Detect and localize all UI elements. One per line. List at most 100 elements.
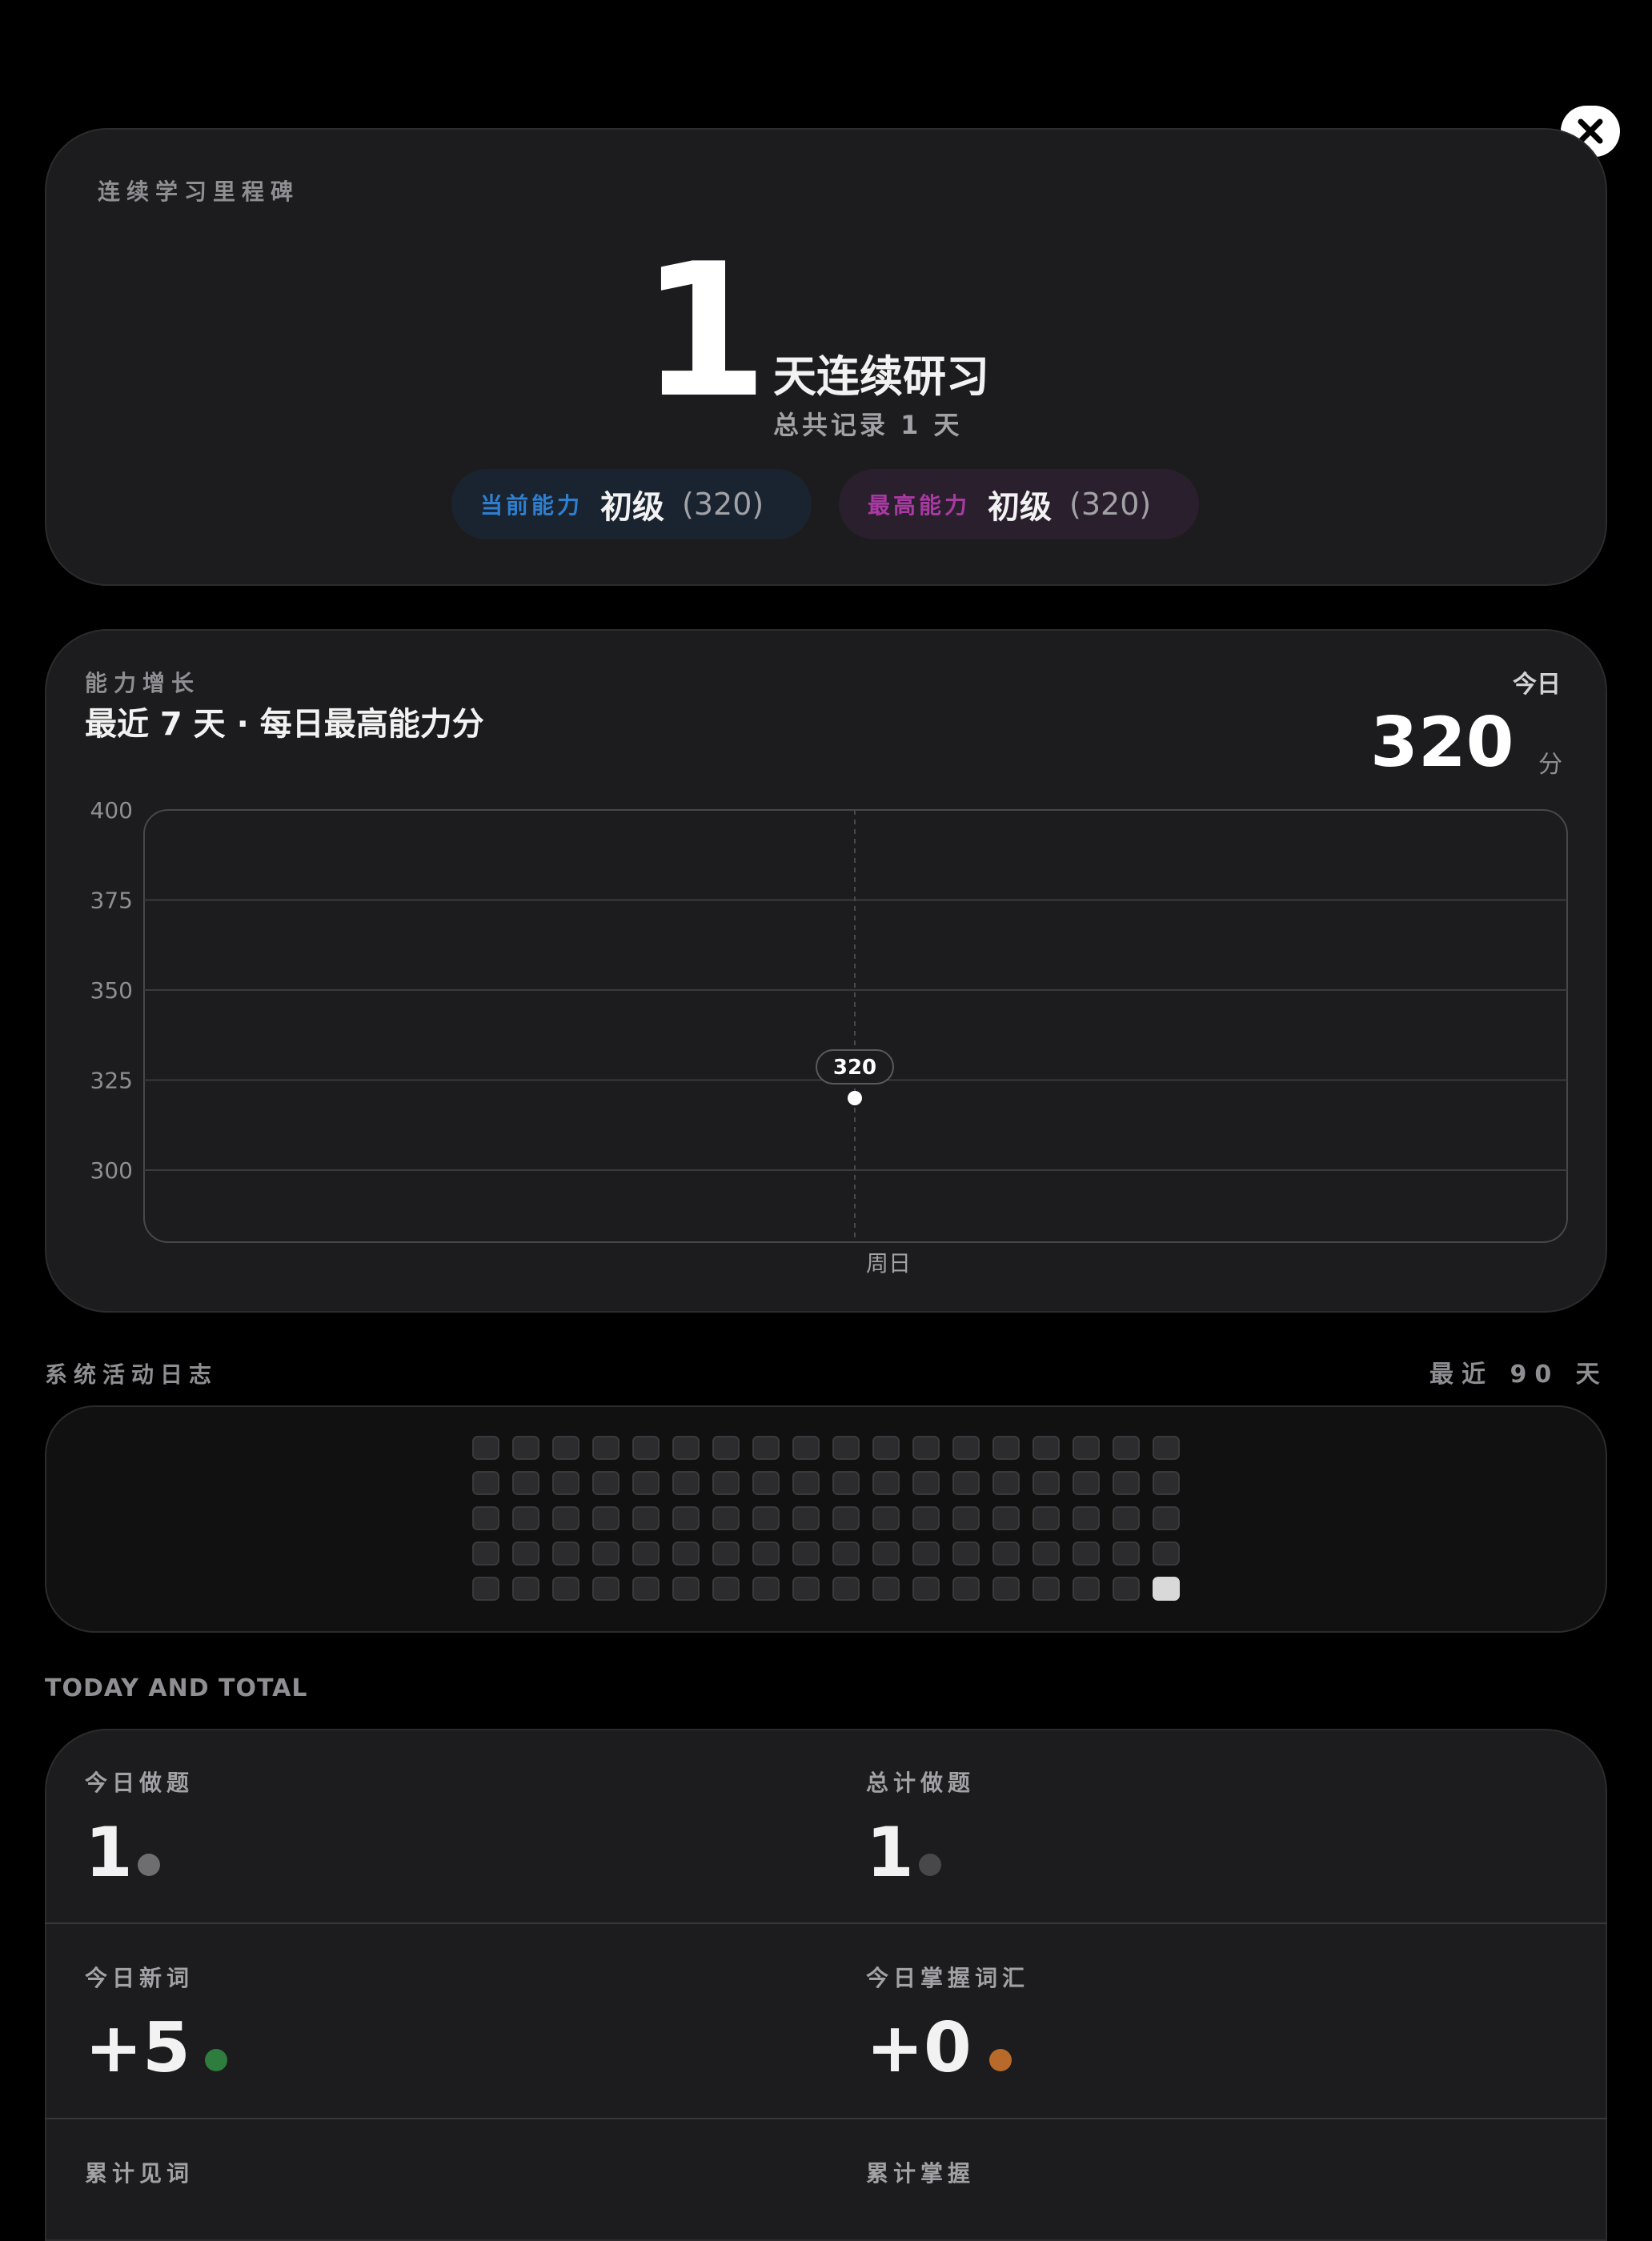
activity-cell xyxy=(712,1471,740,1495)
stat-label-today-mastered: 今日掌握词汇 xyxy=(866,1965,1030,1991)
activity-cell xyxy=(552,1471,579,1495)
activity-cell xyxy=(512,1541,539,1565)
activity-cell xyxy=(1113,1577,1140,1601)
stat-dot xyxy=(989,2049,1012,2071)
activity-cell xyxy=(672,1506,700,1530)
activity-cell xyxy=(952,1471,980,1495)
activity-cell xyxy=(1113,1436,1140,1460)
activity-cell xyxy=(832,1541,860,1565)
activity-cell xyxy=(872,1471,900,1495)
chart-data-point xyxy=(848,1091,862,1105)
activity-cell xyxy=(872,1577,900,1601)
today-total-heading: TODAY AND TOTAL xyxy=(45,1674,308,1702)
activity-cell xyxy=(792,1577,820,1601)
activity-cell xyxy=(592,1436,620,1460)
stats-card xyxy=(45,1729,1607,2241)
activity-cell xyxy=(632,1541,660,1565)
activity-cell xyxy=(992,1577,1020,1601)
activity-cell xyxy=(1113,1506,1140,1530)
activity-cell xyxy=(992,1541,1020,1565)
activity-cell xyxy=(512,1471,539,1495)
stat-dot xyxy=(138,1854,160,1876)
activity-cell xyxy=(712,1506,740,1530)
activity-cell xyxy=(952,1506,980,1530)
activity-cell xyxy=(752,1506,780,1530)
activity-cell xyxy=(472,1541,499,1565)
activity-cell xyxy=(1032,1541,1060,1565)
activity-cell xyxy=(632,1506,660,1530)
activity-cell xyxy=(752,1471,780,1495)
chart-y-tick-label: 300 xyxy=(90,1157,133,1184)
chart-y-tick-label: 350 xyxy=(90,977,133,1004)
stat-label-today-new-words: 今日新词 xyxy=(85,1965,194,1991)
stat-dot xyxy=(205,2049,227,2071)
activity-cell xyxy=(1153,1577,1180,1601)
activity-cell xyxy=(632,1471,660,1495)
activity-cell xyxy=(912,1577,940,1601)
activity-cell xyxy=(752,1541,780,1565)
activity-cell xyxy=(632,1577,660,1601)
stat-value-today-new-words: +5 xyxy=(85,2008,190,2088)
stat-value-today-mastered: +0 xyxy=(866,2008,972,2088)
activity-cell xyxy=(1032,1471,1060,1495)
activity-cell xyxy=(552,1436,579,1460)
activity-cell xyxy=(672,1471,700,1495)
chart-y-tick-label: 375 xyxy=(90,888,133,914)
activity-cell xyxy=(1113,1471,1140,1495)
activity-cell xyxy=(552,1541,579,1565)
activity-range-label: 最近 90 天 xyxy=(1429,1361,1608,1389)
activity-cell xyxy=(752,1577,780,1601)
activity-cell xyxy=(912,1506,940,1530)
activity-cell xyxy=(832,1577,860,1601)
activity-cell xyxy=(1073,1436,1100,1460)
activity-cell xyxy=(592,1577,620,1601)
chart-y-tick-label: 325 xyxy=(90,1068,133,1094)
activity-cell xyxy=(1073,1541,1100,1565)
activity-cell xyxy=(472,1436,499,1460)
activity-cell xyxy=(872,1506,900,1530)
stat-dot xyxy=(919,1854,941,1876)
stat-label-total-questions: 总计做题 xyxy=(866,1770,976,1796)
activity-cell xyxy=(992,1506,1020,1530)
stat-label-total-seen: 累计见词 xyxy=(85,2160,194,2187)
activity-cell xyxy=(1153,1436,1180,1460)
ability-chart: 400 375 350 325 300 周日 320 xyxy=(90,797,1568,1277)
activity-cell xyxy=(592,1506,620,1530)
activity-cell xyxy=(1073,1577,1100,1601)
activity-cell xyxy=(1113,1541,1140,1565)
activity-heatmap-card xyxy=(45,1405,1607,1633)
activity-cell xyxy=(512,1436,539,1460)
stats-divider xyxy=(45,1922,1607,1924)
activity-cell xyxy=(952,1577,980,1601)
activity-cell xyxy=(872,1436,900,1460)
activity-cell xyxy=(1153,1471,1180,1495)
activity-cell xyxy=(472,1506,499,1530)
activity-cell xyxy=(672,1436,700,1460)
activity-cell xyxy=(472,1577,499,1601)
chart-y-tick-label: 400 xyxy=(90,797,133,824)
stat-label-total-mastered: 累计掌握 xyxy=(866,2160,976,2187)
activity-cell xyxy=(1032,1577,1060,1601)
activity-cell xyxy=(592,1541,620,1565)
activity-cell xyxy=(792,1436,820,1460)
activity-cell xyxy=(1073,1506,1100,1530)
activity-cell xyxy=(912,1471,940,1495)
chart-x-tick-label: 周日 xyxy=(866,1250,911,1277)
activity-cell xyxy=(712,1541,740,1565)
activity-cell xyxy=(1032,1436,1060,1460)
activity-cell xyxy=(872,1541,900,1565)
activity-cell xyxy=(1153,1506,1180,1530)
activity-cell xyxy=(552,1506,579,1530)
activity-cell xyxy=(1073,1471,1100,1495)
activity-cell xyxy=(712,1577,740,1601)
activity-cell xyxy=(832,1471,860,1495)
stats-divider xyxy=(45,2118,1607,2119)
activity-cell xyxy=(1153,1541,1180,1565)
activity-cell xyxy=(832,1506,860,1530)
activity-cell xyxy=(792,1541,820,1565)
activity-cell xyxy=(792,1471,820,1495)
activity-cell xyxy=(912,1541,940,1565)
activity-cell xyxy=(472,1471,499,1495)
activity-cell xyxy=(512,1506,539,1530)
activity-cell xyxy=(832,1436,860,1460)
